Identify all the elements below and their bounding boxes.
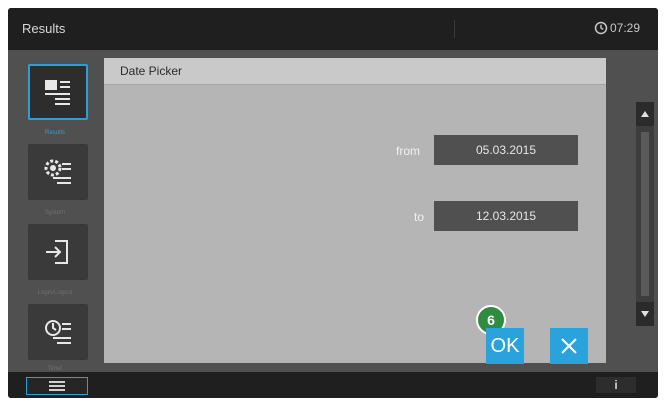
device-screen: Results 07:29 Results System Login/Logou… [8, 8, 658, 398]
from-label: from [396, 144, 420, 158]
system-gear-icon [44, 159, 71, 184]
top-bar: Results 07:29 [8, 8, 658, 50]
dialog-title: Date Picker [120, 64, 183, 78]
arrow-up-icon [641, 111, 649, 117]
sidebar-item-label: System [44, 210, 65, 216]
scroll-down-button[interactable] [636, 302, 654, 326]
sidebar-item-label: Results [44, 130, 65, 136]
scroll-up-button[interactable] [636, 102, 654, 126]
arrow-down-icon [641, 311, 649, 317]
close-icon [561, 338, 577, 354]
to-label: to [414, 210, 425, 224]
sidebar: Results System Login/Logout Timer [16, 60, 94, 376]
clock: 07:29 [594, 21, 640, 35]
ok-button-label: OK [490, 334, 520, 357]
date-picker-dialog: Date Picker from 05.03.2015 to 12.03.201… [104, 58, 606, 364]
bottom-bar: i [8, 372, 658, 398]
clock-time: 07:29 [610, 21, 641, 35]
from-date-field[interactable]: 05.03.2015 [434, 135, 578, 165]
sidebar-item-results[interactable] [28, 64, 88, 120]
clock-icon [594, 21, 608, 35]
results-list-icon [45, 80, 70, 105]
to-date-field[interactable]: 12.03.2015 [434, 201, 578, 231]
timer-icon [45, 320, 71, 344]
ok-button[interactable]: OK [486, 328, 524, 364]
topbar-divider [454, 20, 455, 38]
sidebar-item-login-logout[interactable] [28, 224, 88, 280]
sidebar-item-timer[interactable] [28, 304, 88, 360]
info-button[interactable]: i [596, 377, 636, 393]
hamburger-icon [49, 381, 65, 391]
login-logout-icon [46, 240, 68, 264]
menu-button[interactable] [26, 377, 88, 395]
scroll-track[interactable] [641, 132, 649, 296]
dialog-header: Date Picker [104, 58, 606, 85]
screen-title: Results [22, 21, 66, 36]
cancel-button[interactable] [550, 328, 588, 364]
scrollbar[interactable] [636, 102, 654, 326]
sidebar-item-system[interactable] [28, 144, 88, 200]
sidebar-item-label: Login/Logout [37, 290, 73, 296]
